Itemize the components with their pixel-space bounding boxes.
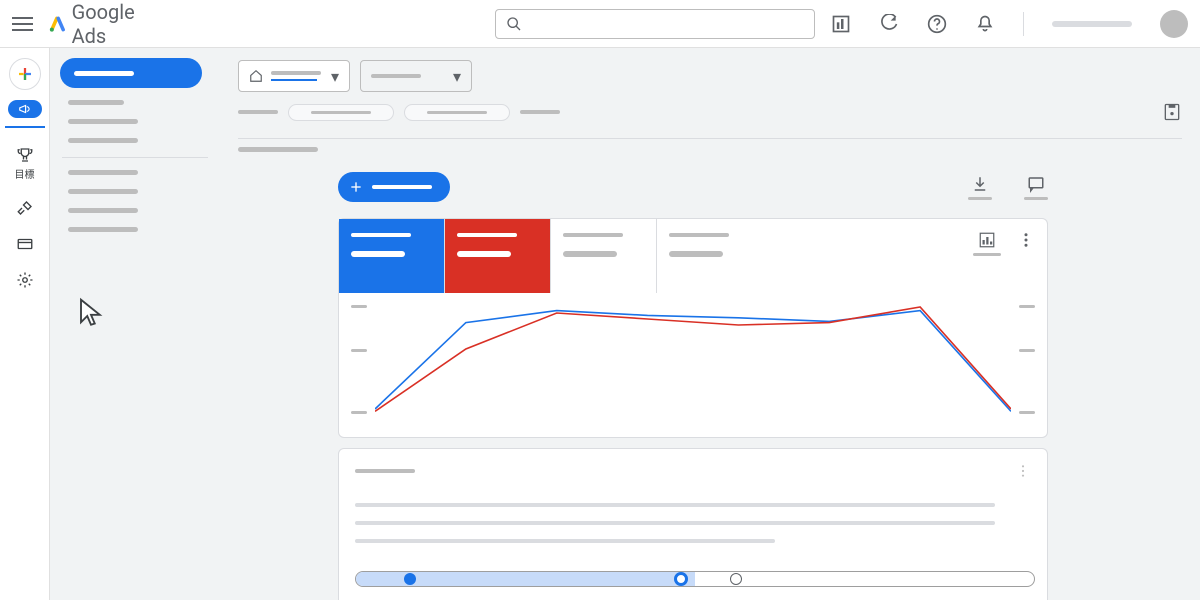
avatar[interactable]: [1160, 10, 1188, 38]
sidebar-item[interactable]: [68, 100, 124, 105]
notifications-icon[interactable]: [975, 14, 995, 34]
tools-icon: [16, 199, 34, 217]
sidebar-item[interactable]: [68, 189, 138, 194]
metric-tab-4[interactable]: [657, 219, 763, 293]
account-label[interactable]: [1052, 21, 1132, 27]
metrics-chart-card: [338, 218, 1048, 438]
download-button[interactable]: [968, 175, 992, 200]
filter-chip[interactable]: [288, 104, 394, 121]
sidebar-item[interactable]: [68, 170, 138, 175]
new-campaign-button[interactable]: [338, 172, 450, 202]
save-view-icon[interactable]: [1162, 102, 1182, 122]
chevron-down-icon: ▾: [331, 67, 339, 86]
divider: [1023, 12, 1024, 36]
text-line: [355, 539, 775, 543]
main-content: ▾ ▾: [220, 48, 1200, 600]
tools-nav[interactable]: [16, 199, 34, 217]
nav-indicator: [5, 126, 45, 128]
trophy-icon: [16, 146, 34, 164]
text-line: [355, 521, 995, 525]
download-icon: [971, 175, 989, 193]
scope-select[interactable]: ▾: [238, 60, 350, 92]
sidebar-item[interactable]: [68, 208, 138, 213]
cursor-icon: [76, 296, 106, 326]
card-title: [355, 469, 415, 473]
chevron-down-icon: ▾: [453, 67, 461, 86]
plus-icon: [348, 179, 364, 195]
logo: Google Ads: [49, 0, 159, 48]
google-ads-logo-icon: [49, 14, 66, 34]
goals-nav[interactable]: 目標: [15, 146, 35, 181]
feedback-icon: [1027, 175, 1045, 193]
search-icon: [506, 16, 522, 32]
menu-icon[interactable]: [12, 12, 33, 36]
step-current[interactable]: [674, 572, 688, 586]
breadcrumb-item[interactable]: [238, 110, 278, 114]
campaigns-nav[interactable]: [8, 100, 42, 118]
home-icon: [249, 69, 263, 83]
sidebar-item[interactable]: [68, 227, 138, 232]
app-header: Google Ads: [0, 0, 1200, 48]
left-rail: 目標: [0, 48, 50, 600]
metric-tab-2[interactable]: [445, 219, 551, 293]
help-icon[interactable]: [927, 14, 947, 34]
reports-icon[interactable]: [831, 14, 851, 34]
billing-nav[interactable]: [16, 235, 34, 253]
recommendations-card: [338, 448, 1048, 600]
megaphone-icon: [18, 102, 32, 116]
card-icon: [16, 235, 34, 253]
section-title: [238, 147, 318, 152]
metric-tab-1[interactable]: [339, 219, 445, 293]
sidebar-item[interactable]: [68, 119, 138, 124]
sidebar-item[interactable]: [68, 138, 138, 143]
more-menu-icon[interactable]: [1017, 231, 1035, 249]
breadcrumb-chips: [238, 102, 1182, 139]
refresh-icon[interactable]: [879, 14, 899, 34]
filter-select[interactable]: ▾: [360, 60, 472, 92]
chart-icon: [978, 231, 996, 249]
search-input[interactable]: [495, 9, 815, 39]
step-done[interactable]: [404, 573, 416, 585]
more-menu-icon[interactable]: [1015, 463, 1031, 479]
header-actions: [831, 10, 1188, 38]
plus-icon: [16, 65, 34, 83]
sidebar-item-active[interactable]: [60, 58, 202, 88]
metric-tab-3[interactable]: [551, 219, 657, 293]
step-next[interactable]: [730, 573, 742, 585]
feedback-button[interactable]: [1024, 175, 1048, 200]
text-line: [355, 503, 995, 507]
breadcrumb-item[interactable]: [520, 110, 560, 114]
settings-nav[interactable]: [16, 271, 34, 289]
create-button[interactable]: [9, 58, 41, 90]
goals-label: 目標: [15, 166, 35, 181]
filter-chip[interactable]: [404, 104, 510, 121]
gear-icon: [16, 271, 34, 289]
logo-text: Google Ads: [72, 0, 159, 48]
line-chart: [339, 293, 1047, 437]
progress-stepper[interactable]: [355, 571, 1035, 587]
chart-options-button[interactable]: [973, 231, 1001, 256]
